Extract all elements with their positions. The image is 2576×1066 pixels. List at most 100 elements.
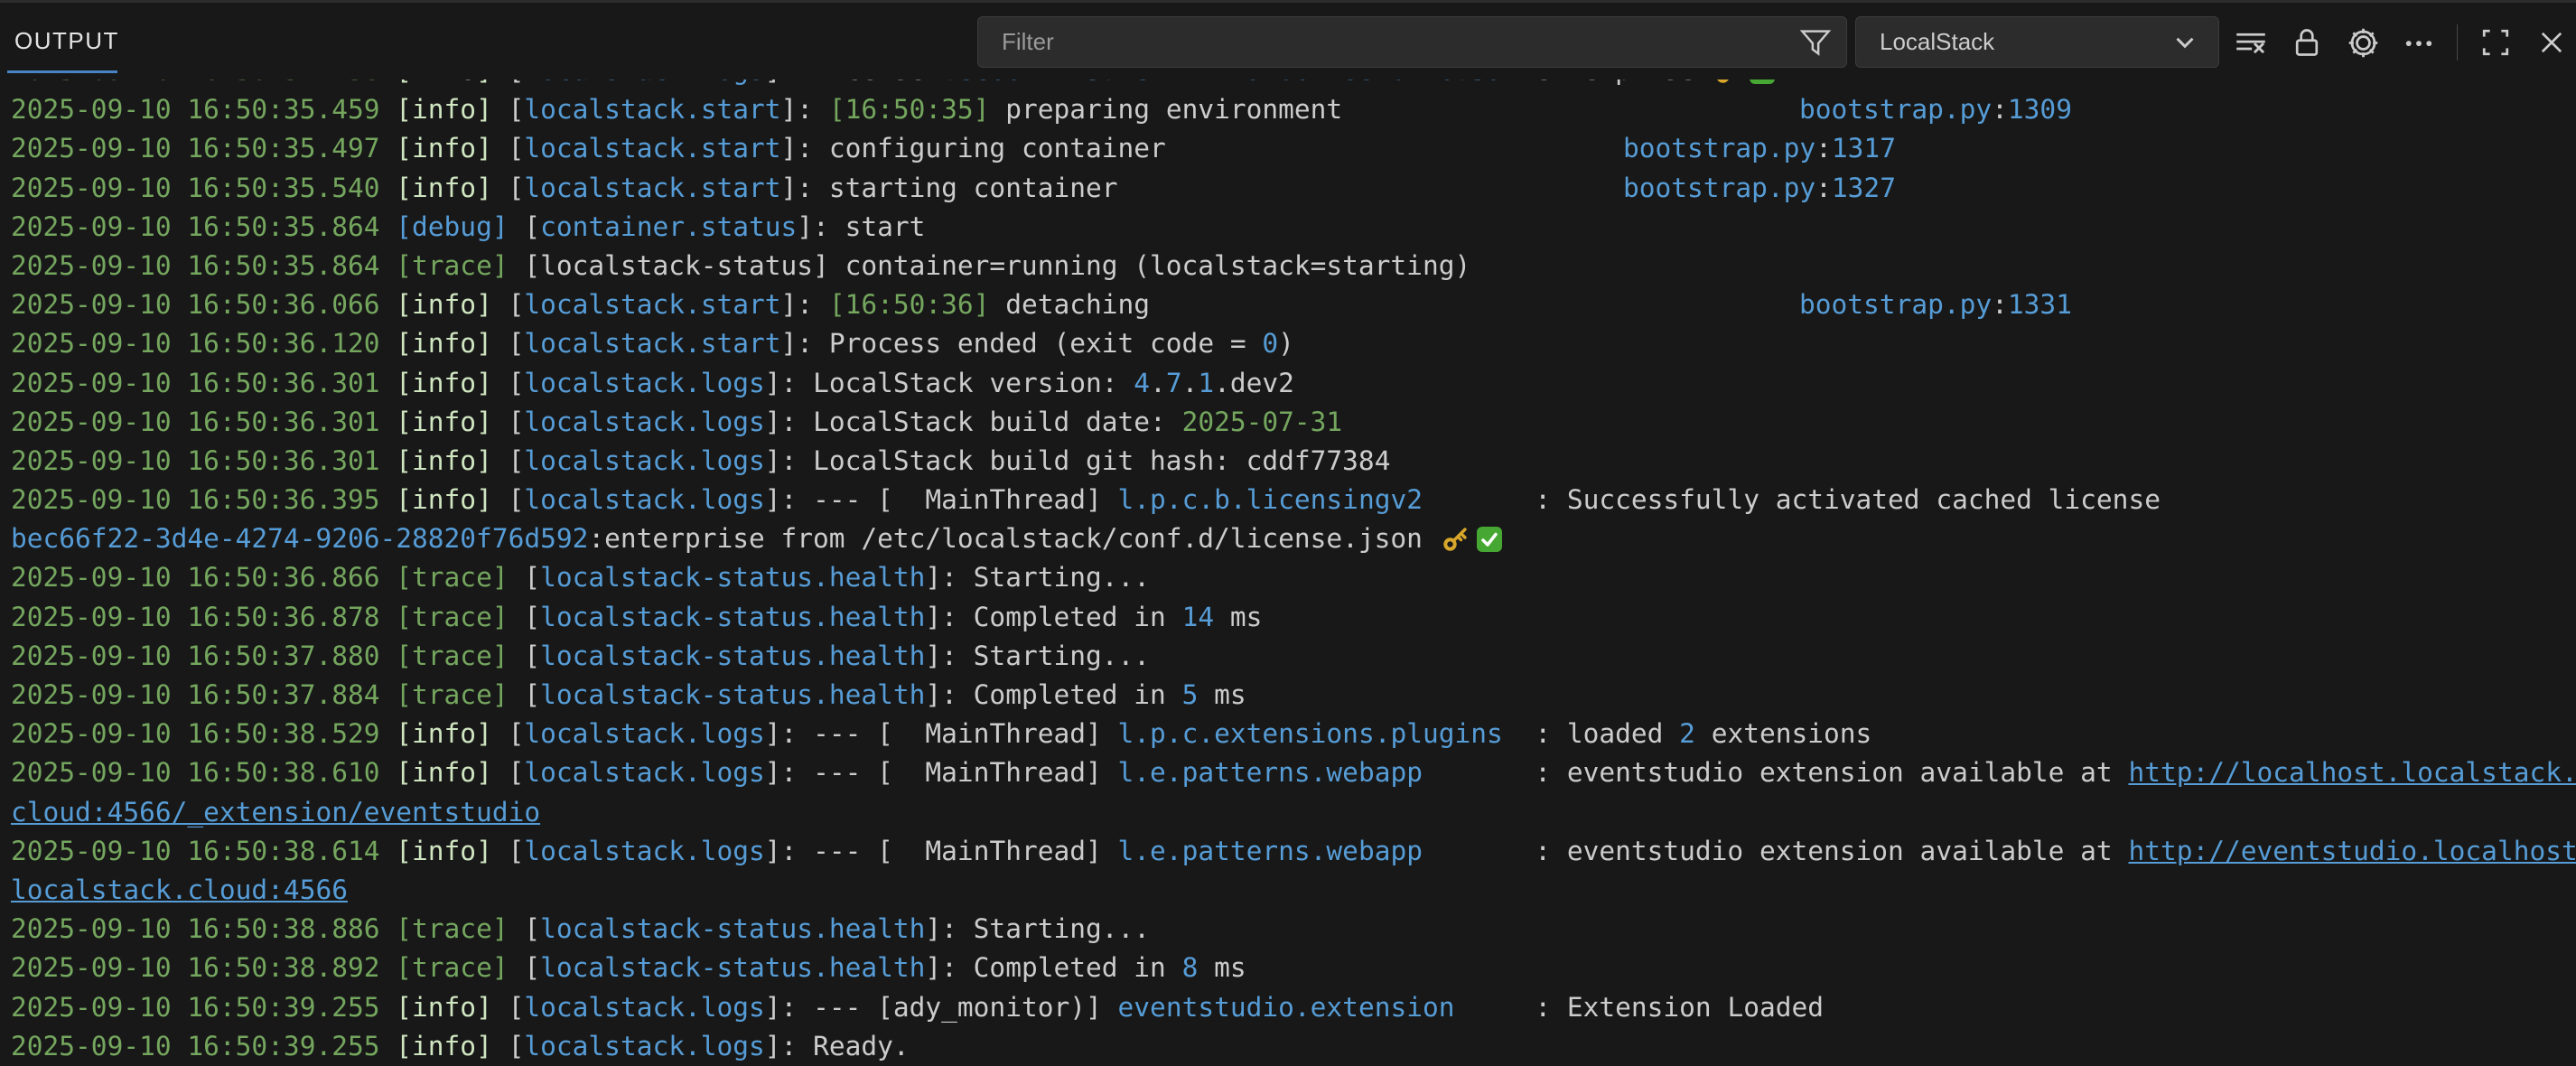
source-link[interactable]: bootstrap.py:1331 [1799,285,2072,324]
channel-dropdown[interactable]: LocalStack [1855,16,2219,68]
filter-funnel-icon[interactable] [1799,26,1832,59]
log-text: 2025-09-10 16:50:31.438 [11,79,396,86]
source-link[interactable]: bootstrap.py:1327 [1623,169,1896,208]
settings-button[interactable] [2341,21,2385,64]
log-text: [trace] [396,641,508,671]
log-text: ]: LocalStack build git hash: cddf77384 [765,445,1391,476]
log-text: [ [492,328,525,359]
clear-output-icon [2235,26,2267,59]
log-text: extensions [1695,718,1871,749]
log-text: 1 [1198,368,1214,398]
log-text: 2 [1679,718,1695,749]
log-text: localstack.start [524,94,780,125]
log-row: 2025-09-10 16:50:35.864 [trace] [localst… [0,247,2576,285]
clear-output-button[interactable] [2229,21,2273,64]
log-row: 2025-09-10 16:50:35.497 [info] [localsta… [0,129,2576,168]
source-link[interactable]: bootstrap.py:1309 [1799,90,2072,129]
url-link[interactable]: http://localhost.localstack. [2128,757,2576,788]
log-text: [ [509,679,541,710]
filter-input[interactable] [978,28,1799,56]
log-text: localstack-status.health [540,641,925,671]
log-text: preparing environment [989,94,1342,125]
log-text: ]: Process ended (exit code = [781,328,1263,359]
tab-active-underline [7,70,117,73]
panel-actions [2229,3,2573,82]
log-row: 2025-09-10 16:50:38.610 [info] [localsta… [0,753,2576,792]
log-text: 2025-09-10 16:50:36.866 [11,562,396,593]
log-text: 2025-09-10 16:50:35.459 [11,94,396,125]
log-text: 2025-09-10 16:50:36.066 [11,289,396,320]
log-text: [info] [396,94,492,125]
more-actions-button[interactable] [2397,21,2441,64]
log-text: 2025-09-10 16:50:38.614 [11,836,396,866]
tab-output[interactable]: OUTPUT [14,3,119,79]
log-text: 2025-09-10 16:50:37.884 [11,679,396,710]
log-text: : Extension Loaded [1455,992,1825,1023]
log-row: localstack.cloud:4566 [0,871,2576,910]
log-text: eventstudio.extension [1118,992,1455,1023]
log-text: 2025-09-10 16:50:36.301 [11,368,396,398]
log-text: ]: Starting... [925,562,1150,593]
log-row: 2025-09-10 16:50:38.892 [trace] [localst… [0,949,2576,987]
log-text: ]: LocalStack build date: [765,407,1182,437]
log-text: : Successfully activated cached license [1423,484,2161,515]
log-text: [info] [396,407,492,437]
log-text: localstack.logs [524,368,764,398]
log-text: ]: Ready. [765,1031,910,1061]
log-text: [ [492,1031,525,1061]
log-text: localstack.logs [524,445,764,476]
log-text: localstack.logs [524,757,764,788]
log-text: container.status [540,211,797,242]
log-row: 2025-09-10 16:50:39.255 [info] [localsta… [0,1027,2576,1066]
log-row: 2025-09-10 16:50:36.395 [info] [localsta… [0,481,2576,519]
expand-icon [2480,27,2511,58]
log-text: [info] [396,484,492,515]
log-text: [debug] [396,211,508,242]
log-text: [info] [396,445,492,476]
log-text: [trace] [396,250,508,281]
gear-icon [2347,26,2380,60]
log-row: 2025-09-10 16:50:38.886 [trace] [localst… [0,910,2576,949]
log-text: ]: Completed in [925,952,1181,983]
log-row: 2025-09-10 16:50:36.866 [trace] [localst… [0,558,2576,597]
log-text: 14 [1182,602,1215,632]
log-text: 7 [1166,368,1182,398]
log-text: ]: license [765,79,941,86]
log-row: 2025-09-10 16:50:36.301 [info] [localsta… [0,403,2576,442]
url-link[interactable]: localstack.cloud:4566 [11,874,348,905]
log-row: 2025-09-10 16:50:36.878 [trace] [localst… [0,598,2576,637]
log-row: 2025-09-10 16:50:31.438 [info] [localsta… [0,79,2576,90]
maximize-panel-button[interactable] [2474,21,2517,64]
log-row: cloud:4566/_extension/eventstudio [0,793,2576,832]
log-row: 2025-09-10 16:50:36.301 [info] [localsta… [0,364,2576,403]
log-text: . [1182,368,1199,398]
log-text: 2025-09-10 16:50:39.255 [11,992,396,1023]
log-text: [info] [396,757,492,788]
log-text: [ [492,484,525,515]
log-output[interactable]: 2025-09-10 16:50:31.438 [info] [localsta… [0,79,2576,1066]
lock-scroll-button[interactable] [2285,21,2329,64]
log-text: [info] [396,992,492,1023]
log-row: 2025-09-10 16:50:36.301 [info] [localsta… [0,442,2576,481]
log-row: 2025-09-10 16:50:36.120 [info] [localsta… [0,324,2576,363]
log-row: bec66f22-3d4e-4274-9206-28820f76d592:ent… [0,519,2576,558]
log-text: [ [509,952,541,983]
log-text: [ [492,94,525,125]
log-text: [trace] [396,562,508,593]
close-panel-button[interactable] [2530,21,2573,64]
log-text: [ [492,407,525,437]
panel-header: OUTPUT LocalStack [0,0,2576,79]
log-text: :enterprise [1519,79,1712,86]
log-text: ]: --- [ady_monitor)] [765,992,1118,1023]
source-link[interactable]: bootstrap.py:1317 [1623,129,1896,168]
url-link[interactable]: cloud:4566/_extension/eventstudio [11,797,540,828]
log-text: localstack.logs [524,992,764,1023]
log-text: ]: --- [ MainThread] [765,484,1118,515]
log-text: ]: Completed in [925,602,1181,632]
log-text: 2025-09-10 16:50:38.529 [11,718,396,749]
lock-icon [2291,26,2323,59]
log-row: 2025-09-10 16:50:35.540 [info] [localsta… [0,169,2576,208]
url-link[interactable]: http://eventstudio.localhost. [2128,836,2576,866]
log-text: [ [492,133,525,164]
log-text: ]: --- [ MainThread] [765,718,1118,749]
